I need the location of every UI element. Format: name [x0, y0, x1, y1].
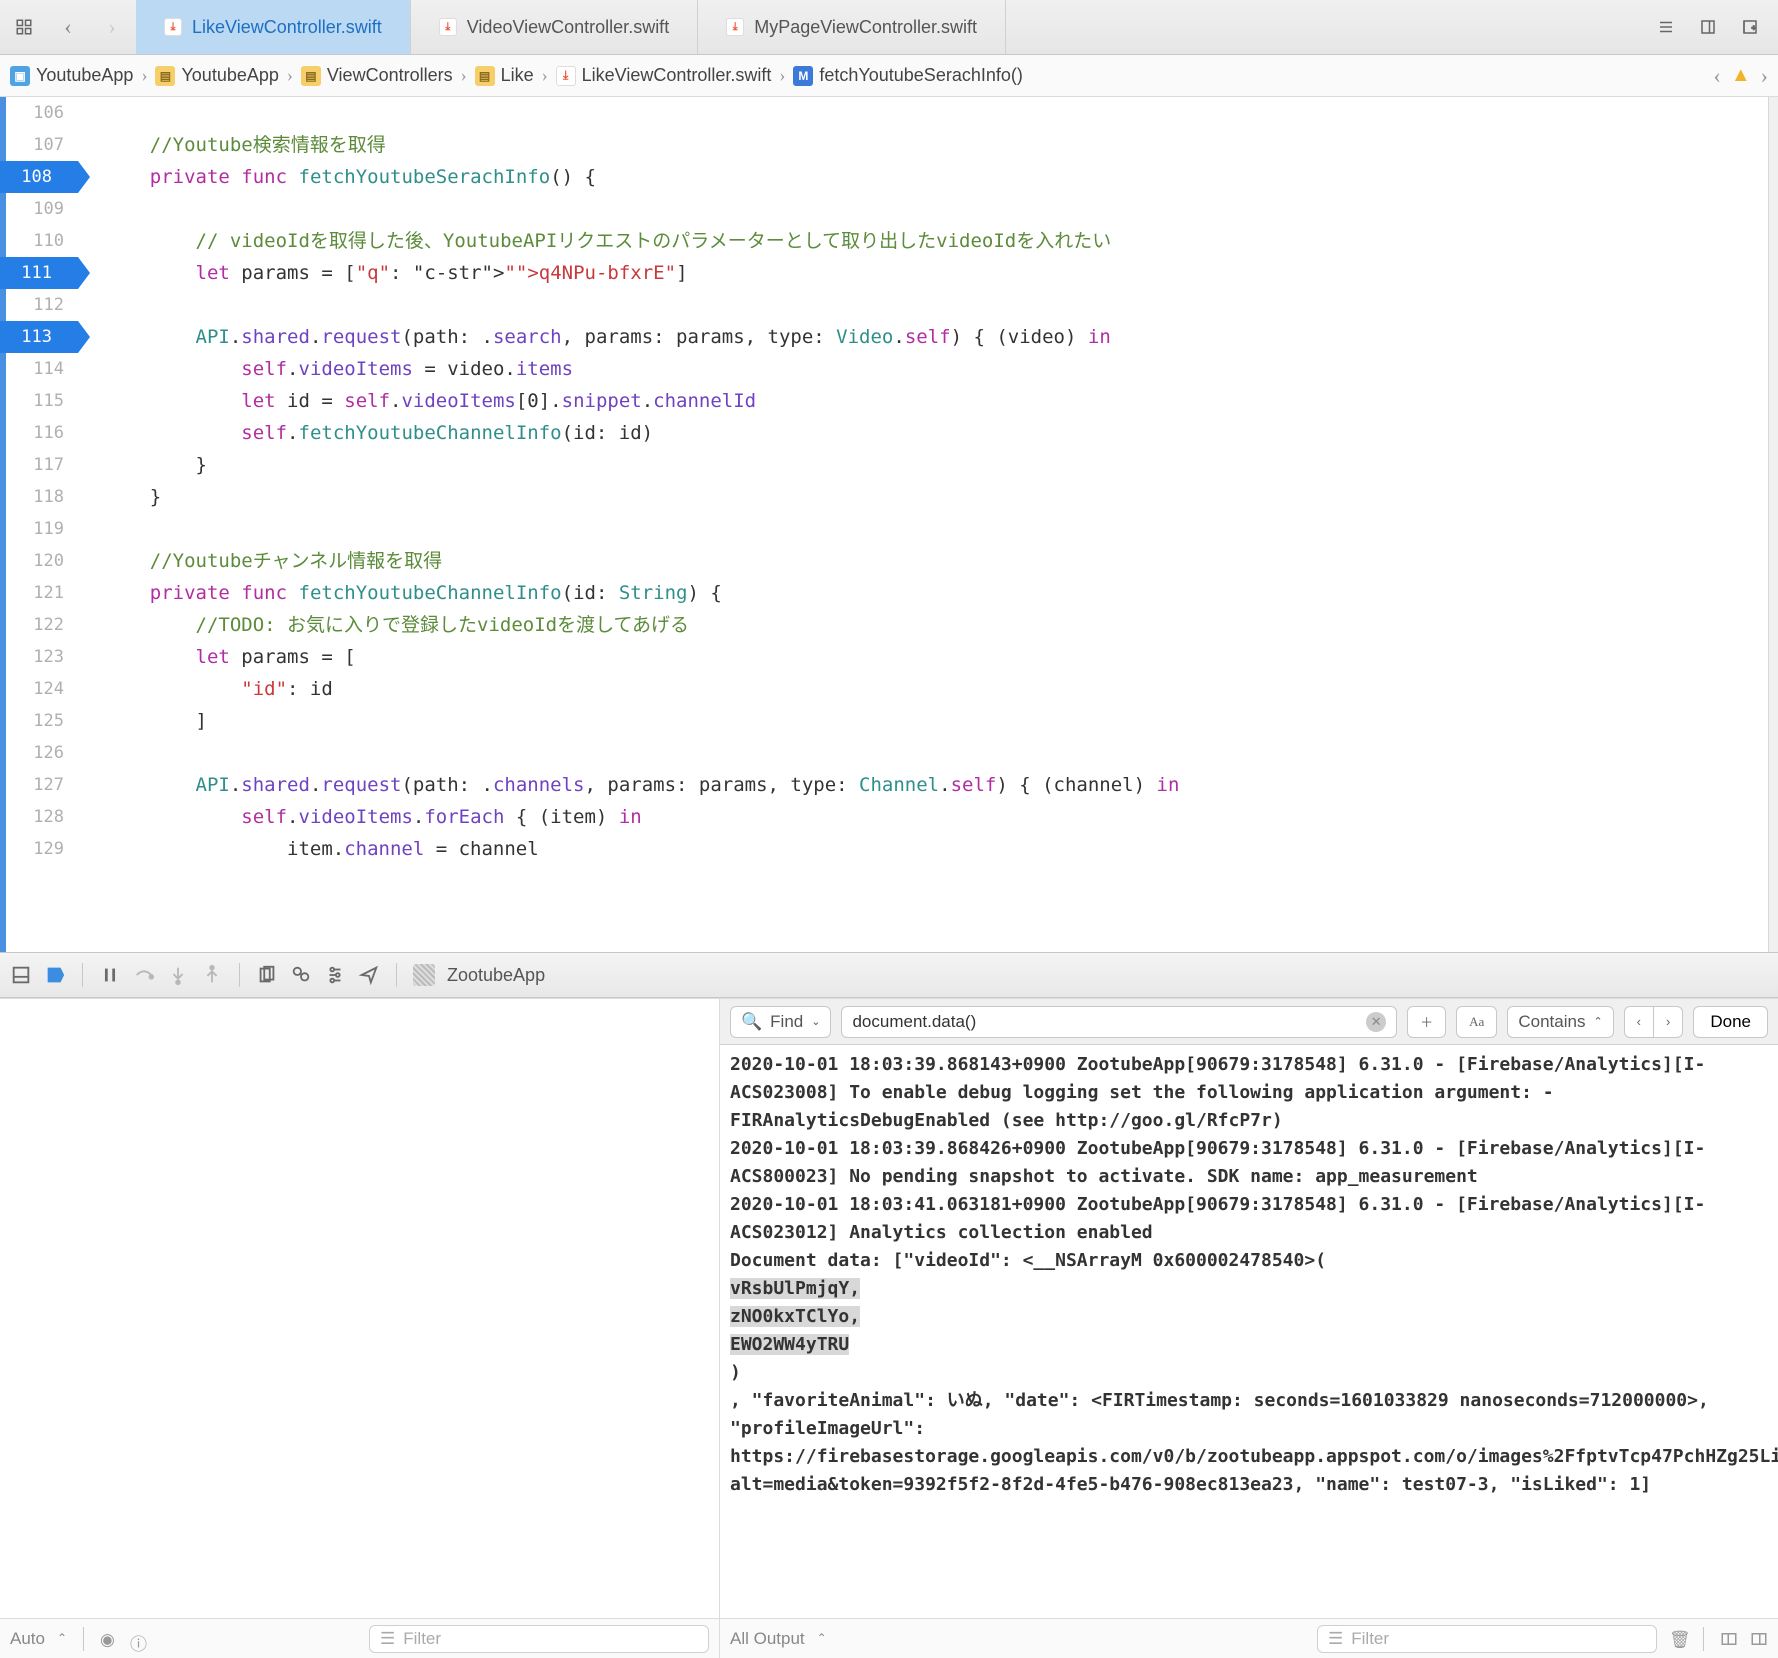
left-pane-toggle-icon[interactable]: [1720, 1630, 1738, 1648]
app-process-icon: [413, 964, 435, 986]
console-pane: 🔍 Find ⌄ document.data() ✕ ＋ Aa Contains…: [720, 999, 1778, 1658]
warning-icon[interactable]: ▲: [1731, 64, 1751, 87]
find-next-button[interactable]: ›: [1653, 1006, 1683, 1038]
nav-forward-button[interactable]: ›: [100, 15, 124, 39]
jump-bar: ▣ YoutubeApp › ▤ YoutubeApp › ▤ ViewCont…: [0, 55, 1778, 97]
step-out-icon[interactable]: [201, 964, 223, 986]
debug-app-name[interactable]: ZootubeApp: [447, 965, 545, 986]
breadcrumb-file[interactable]: ⤓ LikeViewController.swift: [556, 65, 772, 86]
breadcrumb-folder[interactable]: ▤ ViewControllers: [301, 65, 453, 86]
editor-area: 1061071081091101111121131141151161171181…: [0, 97, 1778, 952]
chevron-right-icon: ›: [461, 65, 467, 86]
tab-label: LikeViewController.swift: [192, 17, 382, 38]
project-icon: ▣: [10, 66, 30, 86]
minimap-strip[interactable]: [1768, 97, 1778, 952]
case-sensitive-toggle[interactable]: Aa: [1456, 1006, 1497, 1038]
tab-like-controller[interactable]: ⤓ LikeViewController.swift: [136, 0, 411, 54]
tab-bar: ‹ › ⤓ LikeViewController.swift ⤓ VideoVi…: [0, 0, 1778, 55]
tab-mypage-controller[interactable]: ⤓ MyPageViewController.swift: [698, 0, 1006, 54]
swift-file-icon: ⤓: [439, 18, 457, 36]
line-gutter[interactable]: 1061071081091101111121131141151161171181…: [0, 97, 78, 952]
variables-scope-selector[interactable]: Auto: [10, 1629, 45, 1649]
folder-icon: ▤: [155, 66, 175, 86]
find-mode-selector[interactable]: 🔍 Find ⌄: [730, 1006, 831, 1038]
quicklook-icon[interactable]: ◉: [100, 1630, 118, 1648]
find-prev-button[interactable]: ‹: [1624, 1006, 1653, 1038]
folder-icon: ▤: [475, 66, 495, 86]
swift-file-icon: ⤓: [556, 66, 576, 86]
chevron-updown-icon: ⌃: [1593, 1015, 1602, 1028]
breadcrumb-folder[interactable]: ▤ Like: [475, 65, 534, 86]
chevron-right-icon: ›: [542, 65, 548, 86]
chevron-right-icon: ›: [779, 65, 785, 86]
add-editor-icon[interactable]: +: [1738, 15, 1762, 39]
variables-view[interactable]: [0, 999, 719, 1618]
method-icon: M: [793, 66, 813, 86]
debug-memory-icon[interactable]: [290, 964, 312, 986]
jump-prev-icon[interactable]: ‹: [1714, 63, 1721, 89]
console-filter-input[interactable]: ☰ Filter: [1317, 1625, 1657, 1653]
step-into-icon[interactable]: [167, 964, 189, 986]
console-output-selector[interactable]: All Output: [730, 1629, 805, 1649]
filter-icon: ☰: [1328, 1629, 1343, 1649]
match-mode-selector[interactable]: Contains ⌃: [1507, 1006, 1613, 1038]
tab-label: MyPageViewController.swift: [754, 17, 977, 38]
trash-icon[interactable]: 🗑: [1669, 1630, 1687, 1648]
variables-filter-input[interactable]: ☰ Filter: [369, 1625, 709, 1653]
hide-debug-area-icon[interactable]: [10, 964, 32, 986]
step-over-icon[interactable]: [133, 964, 155, 986]
find-query-input[interactable]: document.data() ✕: [841, 1006, 1397, 1038]
folder-icon: ▤: [301, 66, 321, 86]
breadcrumb-folder[interactable]: ▤ YoutubeApp: [155, 65, 278, 86]
tab-video-controller[interactable]: ⤓ VideoViewController.swift: [411, 0, 698, 54]
swift-file-icon: ⤓: [726, 18, 744, 36]
find-done-button[interactable]: Done: [1693, 1006, 1768, 1038]
add-find-button[interactable]: ＋: [1407, 1006, 1446, 1038]
clear-icon[interactable]: ✕: [1366, 1012, 1386, 1032]
svg-text:+: +: [1752, 23, 1757, 32]
filter-icon: ☰: [380, 1629, 395, 1649]
adjust-editor-icon[interactable]: [1696, 15, 1720, 39]
search-icon: 🔍: [741, 1012, 762, 1032]
breakpoint-toggle-icon[interactable]: [44, 964, 66, 986]
chevron-down-icon: ⌄: [811, 1015, 820, 1028]
console-find-bar: 🔍 Find ⌄ document.data() ✕ ＋ Aa Contains…: [720, 999, 1778, 1045]
pause-icon[interactable]: [99, 964, 121, 986]
debug-toolbar: ZootubeApp: [0, 952, 1778, 998]
simulate-location-icon[interactable]: [358, 964, 380, 986]
env-overrides-icon[interactable]: [324, 964, 346, 986]
variables-footer: Auto ⌃ ◉ ⓘ ☰ Filter: [0, 1618, 719, 1658]
info-icon[interactable]: ⓘ: [130, 1630, 148, 1648]
debug-view-hierarchy-icon[interactable]: [256, 964, 278, 986]
breadcrumb-method[interactable]: M fetchYoutubeSerachInfo(): [793, 65, 1022, 86]
editor-options-icon[interactable]: [1654, 15, 1678, 39]
swift-file-icon: ⤓: [164, 18, 182, 36]
chevron-updown-icon[interactable]: ⌃: [57, 1631, 67, 1646]
nav-back-button[interactable]: ‹: [56, 15, 80, 39]
variables-pane: Auto ⌃ ◉ ⓘ ☰ Filter: [0, 999, 720, 1658]
debug-area: Auto ⌃ ◉ ⓘ ☰ Filter 🔍 Find ⌄ document.da…: [0, 998, 1778, 1658]
console-footer: All Output ⌃ ☰ Filter 🗑: [720, 1618, 1778, 1658]
chevron-updown-icon[interactable]: ⌃: [817, 1631, 827, 1646]
related-items-icon[interactable]: [12, 15, 36, 39]
right-pane-toggle-icon[interactable]: [1750, 1630, 1768, 1648]
tabs-container: ⤓ LikeViewController.swift ⤓ VideoViewCo…: [136, 0, 1638, 54]
chevron-right-icon: ›: [141, 65, 147, 86]
console-output[interactable]: 2020-10-01 18:03:39.868143+0900 ZootubeA…: [720, 1045, 1778, 1618]
code-editor[interactable]: //Youtube検索情報を取得 private func fetchYoutu…: [78, 97, 1768, 952]
tab-label: VideoViewController.swift: [467, 17, 669, 38]
jump-next-icon[interactable]: ›: [1761, 63, 1768, 89]
chevron-right-icon: ›: [287, 65, 293, 86]
breadcrumb-project[interactable]: ▣ YoutubeApp: [10, 65, 133, 86]
